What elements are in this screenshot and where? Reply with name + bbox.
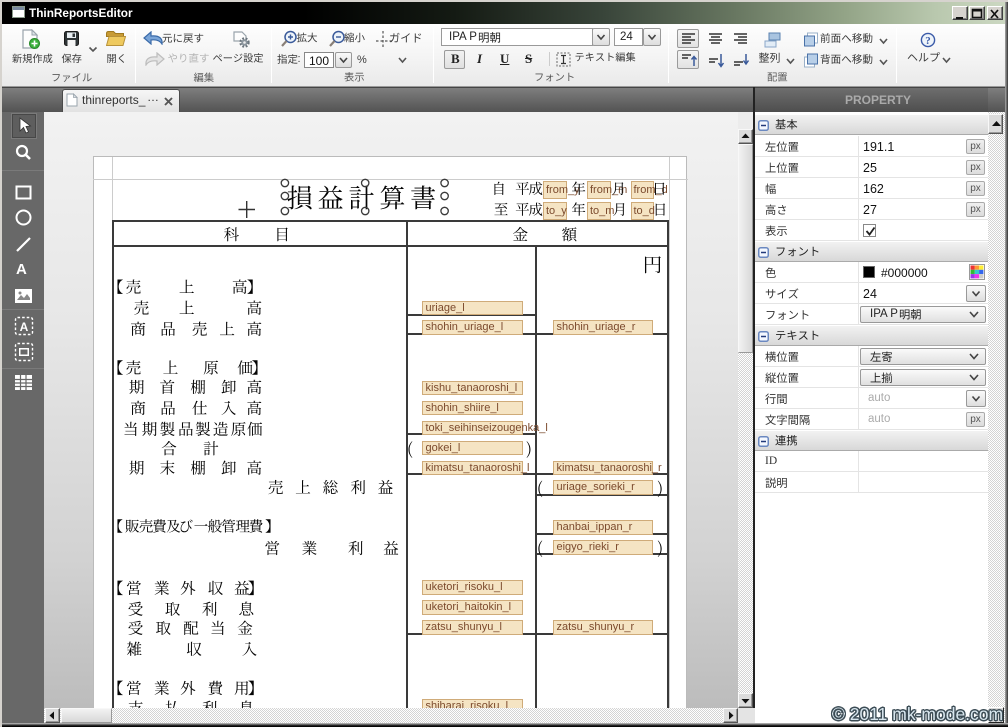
svg-text:A: A xyxy=(20,320,29,334)
svg-text:?: ? xyxy=(925,35,931,47)
